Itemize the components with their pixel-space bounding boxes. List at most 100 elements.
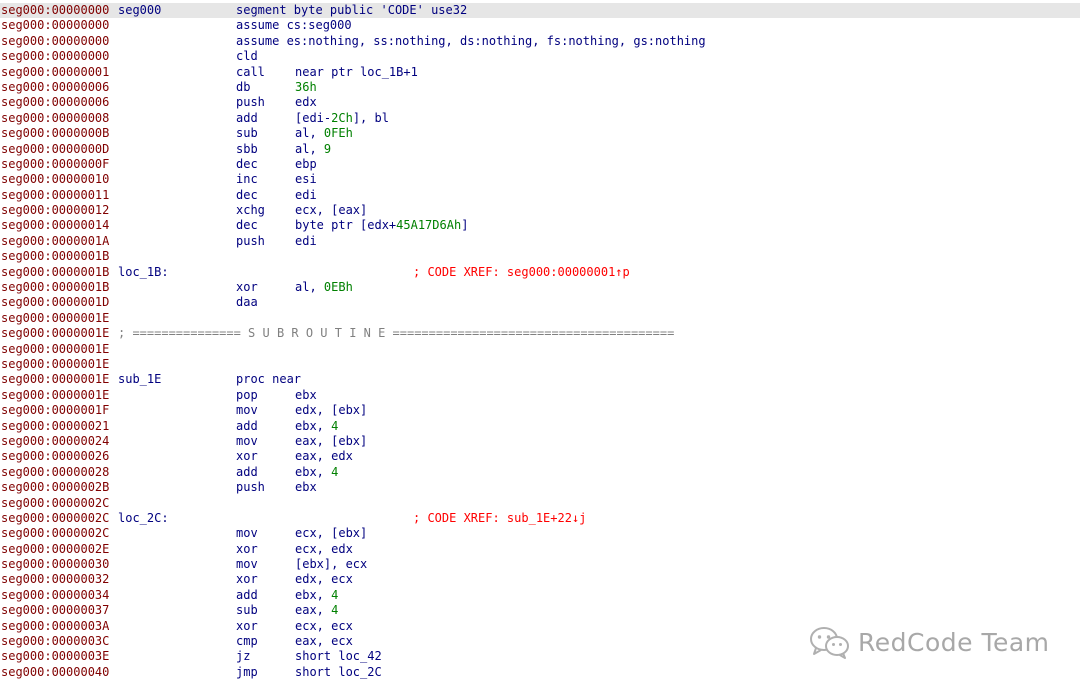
listing-line[interactable]: seg000:0000001B xor al, 0EBh — [0, 280, 1080, 295]
operand-text[interactable]: ebx — [295, 388, 317, 402]
instruction-operands[interactable]: al, 0FEh — [295, 126, 353, 141]
instruction-mnemonic[interactable]: proc near — [236, 372, 301, 387]
listing-line[interactable]: seg000:0000001F mov edx, [ebx] — [0, 403, 1080, 418]
operand-text[interactable]: [ebx], ecx — [295, 557, 367, 571]
line-address[interactable]: seg000:00000000 — [1, 49, 109, 64]
line-address[interactable]: seg000:00000000 — [1, 3, 109, 18]
operand-text[interactable]: ebp — [295, 157, 317, 171]
instruction-operands[interactable]: ecx, [eax] — [295, 203, 367, 218]
instruction-operands[interactable]: short loc_42 — [295, 649, 382, 664]
line-address[interactable]: seg000:00000001 — [1, 65, 109, 80]
line-address[interactable]: seg000:00000021 — [1, 419, 109, 434]
operand-number[interactable]: 4 — [331, 419, 338, 433]
line-address[interactable]: seg000:00000024 — [1, 434, 109, 449]
listing-line[interactable]: seg000:00000026 xor eax, edx — [0, 449, 1080, 464]
instruction-mnemonic[interactable]: segment byte public 'CODE' use32 — [236, 3, 467, 18]
line-address[interactable]: seg000:0000001A — [1, 234, 109, 249]
operand-number[interactable]: 45A17D6Ah — [396, 218, 461, 232]
instruction-mnemonic[interactable]: assume cs:seg000 — [236, 18, 352, 33]
instruction-mnemonic[interactable]: call — [236, 65, 265, 80]
listing-line[interactable]: seg000:00000040 jmp short loc_2C — [0, 665, 1080, 680]
operand-number[interactable]: 0FEh — [324, 126, 353, 140]
operand-text[interactable]: ecx, ecx — [295, 619, 353, 633]
instruction-operands[interactable]: ecx, ecx — [295, 619, 353, 634]
listing-line[interactable]: seg000:0000001B loc_1B: ; CODE XREF: seg00… — [0, 265, 1080, 280]
operand-text[interactable]: edi — [295, 188, 317, 202]
instruction-operands[interactable]: edx — [295, 95, 317, 110]
line-address[interactable]: seg000:00000006 — [1, 80, 109, 95]
operand-text[interactable]: ], bl — [353, 111, 389, 125]
instruction-operands[interactable]: byte ptr [edx+45A17D6Ah] — [295, 218, 468, 233]
line-address[interactable]: seg000:0000001D — [1, 295, 109, 310]
instruction-mnemonic[interactable]: jz — [236, 649, 250, 664]
instruction-operands[interactable]: esi — [295, 172, 317, 187]
line-address[interactable]: seg000:00000040 — [1, 665, 109, 680]
instruction-mnemonic[interactable]: sub — [236, 603, 258, 618]
operand-text[interactable]: edx, ecx — [295, 572, 353, 586]
operand-number[interactable]: 0EBh — [324, 280, 353, 294]
listing-line[interactable]: seg000:0000001E — [0, 342, 1080, 357]
line-address[interactable]: seg000:0000000D — [1, 142, 109, 157]
instruction-mnemonic[interactable]: jmp — [236, 665, 258, 680]
listing-line[interactable]: seg000:00000001 call near ptr loc_1B+1 — [0, 65, 1080, 80]
line-address[interactable]: seg000:0000003C — [1, 634, 109, 649]
listing-line[interactable]: seg000:00000034 add ebx, 4 — [0, 588, 1080, 603]
instruction-mnemonic[interactable]: cld — [236, 49, 258, 64]
instruction-mnemonic[interactable]: mov — [236, 434, 258, 449]
operand-text[interactable]: ebx — [295, 480, 317, 494]
operand-number[interactable]: 2Ch — [331, 111, 353, 125]
listing-line[interactable]: seg000:00000000 cld — [0, 49, 1080, 64]
listing-line[interactable]: seg000:0000002C mov ecx, [ebx] — [0, 526, 1080, 541]
code-label[interactable]: loc_1B: — [118, 265, 169, 280]
operand-number[interactable]: 4 — [331, 465, 338, 479]
instruction-mnemonic[interactable]: xor — [236, 449, 258, 464]
listing-line[interactable]: seg000:00000010 inc esi — [0, 172, 1080, 187]
listing-line[interactable]: seg000:0000000D sbb al, 9 — [0, 142, 1080, 157]
instruction-mnemonic[interactable]: add — [236, 465, 258, 480]
listing-line[interactable]: seg000:0000001D daa — [0, 295, 1080, 310]
listing-line[interactable]: seg000:0000001E — [0, 311, 1080, 326]
operand-text[interactable]: ecx, [eax] — [295, 203, 367, 217]
listing-line[interactable]: seg000:0000002C loc_2C: ; CODE XREF: sub_1… — [0, 511, 1080, 526]
instruction-mnemonic[interactable]: mov — [236, 403, 258, 418]
listing-line[interactable]: seg000:0000000F dec ebp — [0, 157, 1080, 172]
line-address[interactable]: seg000:00000032 — [1, 572, 109, 587]
instruction-operands[interactable]: eax, edx — [295, 449, 353, 464]
instruction-mnemonic[interactable]: dec — [236, 188, 258, 203]
line-address[interactable]: seg000:0000002C — [1, 511, 109, 526]
instruction-operands[interactable]: edx, ecx — [295, 572, 353, 587]
line-address[interactable]: seg000:0000001E — [1, 357, 109, 372]
line-address[interactable]: seg000:0000001F — [1, 403, 109, 418]
operand-number[interactable]: 4 — [331, 588, 338, 602]
instruction-operands[interactable]: 36h — [295, 80, 317, 95]
operand-text[interactable]: ebx, — [295, 419, 331, 433]
instruction-mnemonic[interactable]: dec — [236, 157, 258, 172]
line-address[interactable]: seg000:0000001B — [1, 280, 109, 295]
operand-text[interactable]: esi — [295, 172, 317, 186]
operand-text[interactable]: al, — [295, 280, 324, 294]
code-label[interactable]: seg000 — [118, 3, 161, 18]
listing-line[interactable]: seg000:00000000 assume es:nothing, ss:not… — [0, 34, 1080, 49]
instruction-operands[interactable]: [edi-2Ch], bl — [295, 111, 389, 126]
operand-text[interactable]: near ptr loc_1B+1 — [295, 65, 418, 79]
line-address[interactable]: seg000:0000002C — [1, 526, 109, 541]
listing-line[interactable]: seg000:0000001B — [0, 249, 1080, 264]
listing-line[interactable]: seg000:00000006 push edx — [0, 95, 1080, 110]
operand-text[interactable]: eax, — [295, 603, 331, 617]
instruction-operands[interactable]: near ptr loc_1B+1 — [295, 65, 418, 80]
listing-line[interactable]: seg000:0000002E xor ecx, edx — [0, 542, 1080, 557]
operand-text[interactable]: short loc_2C — [295, 665, 382, 679]
operand-text[interactable]: al, — [295, 142, 324, 156]
instruction-mnemonic[interactable]: xor — [236, 572, 258, 587]
line-address[interactable]: seg000:0000002B — [1, 480, 109, 495]
instruction-mnemonic[interactable]: xchg — [236, 203, 265, 218]
instruction-mnemonic[interactable]: xor — [236, 542, 258, 557]
line-address[interactable]: seg000:00000030 — [1, 557, 109, 572]
instruction-mnemonic[interactable]: db — [236, 80, 250, 95]
operand-text[interactable]: [edi- — [295, 111, 331, 125]
listing-line[interactable]: seg000:00000000 seg000 segment byte public… — [0, 3, 1080, 19]
operand-text[interactable]: byte ptr [edx+ — [295, 218, 396, 232]
line-address[interactable]: seg000:00000037 — [1, 603, 109, 618]
listing-line[interactable]: seg000:0000001E pop ebx — [0, 388, 1080, 403]
operand-number[interactable]: 9 — [324, 142, 331, 156]
